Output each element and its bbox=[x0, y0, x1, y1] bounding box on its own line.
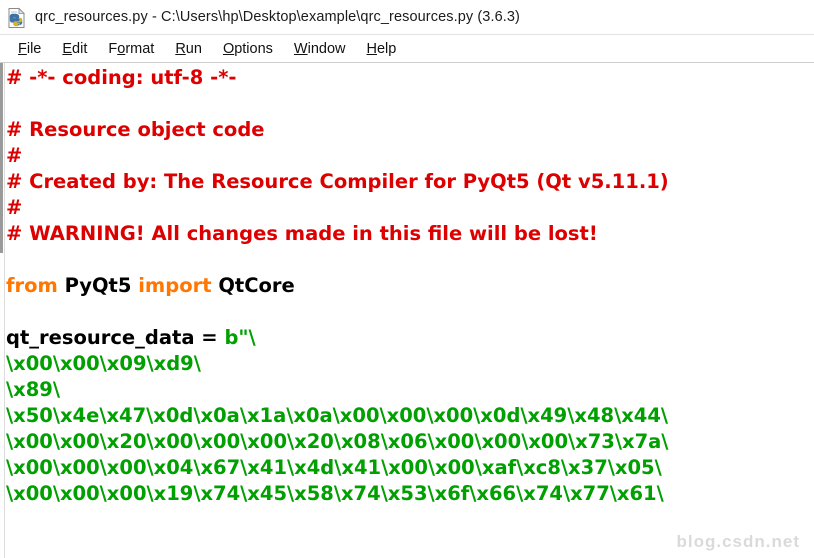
code-token: \x89\ bbox=[6, 378, 60, 401]
code-token: \x50\x4e\x47\x0d\x0a\x1a\x0a\x00\x00\x00… bbox=[6, 404, 669, 427]
menu-item-help[interactable]: Help bbox=[357, 39, 408, 59]
title-bar: qrc_resources.py - C:\Users\hp\Desktop\e… bbox=[0, 0, 814, 35]
menu-item-file[interactable]: File bbox=[8, 39, 52, 59]
menu-item-options[interactable]: Options bbox=[213, 39, 284, 59]
code-token: # bbox=[6, 196, 23, 219]
code-line: \x89\ bbox=[6, 377, 814, 403]
code-token: # Created by: The Resource Compiler for … bbox=[6, 170, 669, 193]
code-token: \x00\x00\x00\x04\x67\x41\x4d\x41\x00\x00… bbox=[6, 456, 662, 479]
code-line: # bbox=[6, 195, 814, 221]
idle-editor-window: qrc_resources.py - C:\Users\hp\Desktop\e… bbox=[0, 0, 814, 558]
code-line: \x00\x00\x20\x00\x00\x00\x20\x08\x06\x00… bbox=[6, 429, 814, 455]
menu-bar: File Edit Format Run Options Window Help bbox=[0, 35, 814, 63]
code-line: \x00\x00\x00\x04\x67\x41\x4d\x41\x00\x00… bbox=[6, 455, 814, 481]
code-line: \x00\x00\x00\x19\x74\x45\x58\x74\x53\x6f… bbox=[6, 481, 814, 507]
scrollbar-thumb[interactable] bbox=[0, 63, 3, 253]
code-line: # WARNING! All changes made in this file… bbox=[6, 221, 814, 247]
code-token: from bbox=[6, 274, 65, 297]
code-token: import bbox=[138, 274, 219, 297]
code-token: PyQt5 bbox=[64, 274, 139, 297]
code-token: # bbox=[6, 144, 23, 167]
code-token: b"\ bbox=[224, 326, 256, 349]
code-line: qt_resource_data = b"\ bbox=[6, 325, 814, 351]
menu-item-window[interactable]: Window bbox=[284, 39, 357, 59]
code-token: \x00\x00\x00\x19\x74\x45\x58\x74\x53\x6f… bbox=[6, 482, 664, 505]
vertical-scrollbar[interactable] bbox=[0, 63, 5, 558]
code-line: \x50\x4e\x47\x0d\x0a\x1a\x0a\x00\x00\x00… bbox=[6, 403, 814, 429]
code-token: # WARNING! All changes made in this file… bbox=[6, 222, 598, 245]
code-line: from PyQt5 import QtCore bbox=[6, 273, 814, 299]
code-token: QtCore bbox=[218, 274, 295, 297]
code-token: \x00\x00\x09\xd9\ bbox=[6, 352, 201, 375]
menu-item-run[interactable]: Run bbox=[165, 39, 213, 59]
code-token: qt_resource_data = bbox=[6, 326, 225, 349]
editor-area[interactable]: # -*- coding: utf-8 -*- # Resource objec… bbox=[0, 63, 814, 558]
python-file-icon bbox=[6, 7, 28, 29]
code-text[interactable]: # -*- coding: utf-8 -*- # Resource objec… bbox=[6, 65, 814, 558]
code-line: # bbox=[6, 143, 814, 169]
code-line: # Created by: The Resource Compiler for … bbox=[6, 169, 814, 195]
code-token: \x00\x00\x20\x00\x00\x00\x20\x08\x06\x00… bbox=[6, 430, 669, 453]
menu-item-edit[interactable]: Edit bbox=[52, 39, 98, 59]
menu-item-format[interactable]: Format bbox=[98, 39, 165, 59]
code-token: # Resource object code bbox=[6, 118, 265, 141]
code-token: # -*- coding: utf-8 -*- bbox=[6, 66, 237, 89]
window-title: qrc_resources.py - C:\Users\hp\Desktop\e… bbox=[35, 9, 520, 25]
code-line: \x00\x00\x09\xd9\ bbox=[6, 351, 814, 377]
code-line: # -*- coding: utf-8 -*- bbox=[6, 65, 814, 91]
code-line: # Resource object code bbox=[6, 117, 814, 143]
